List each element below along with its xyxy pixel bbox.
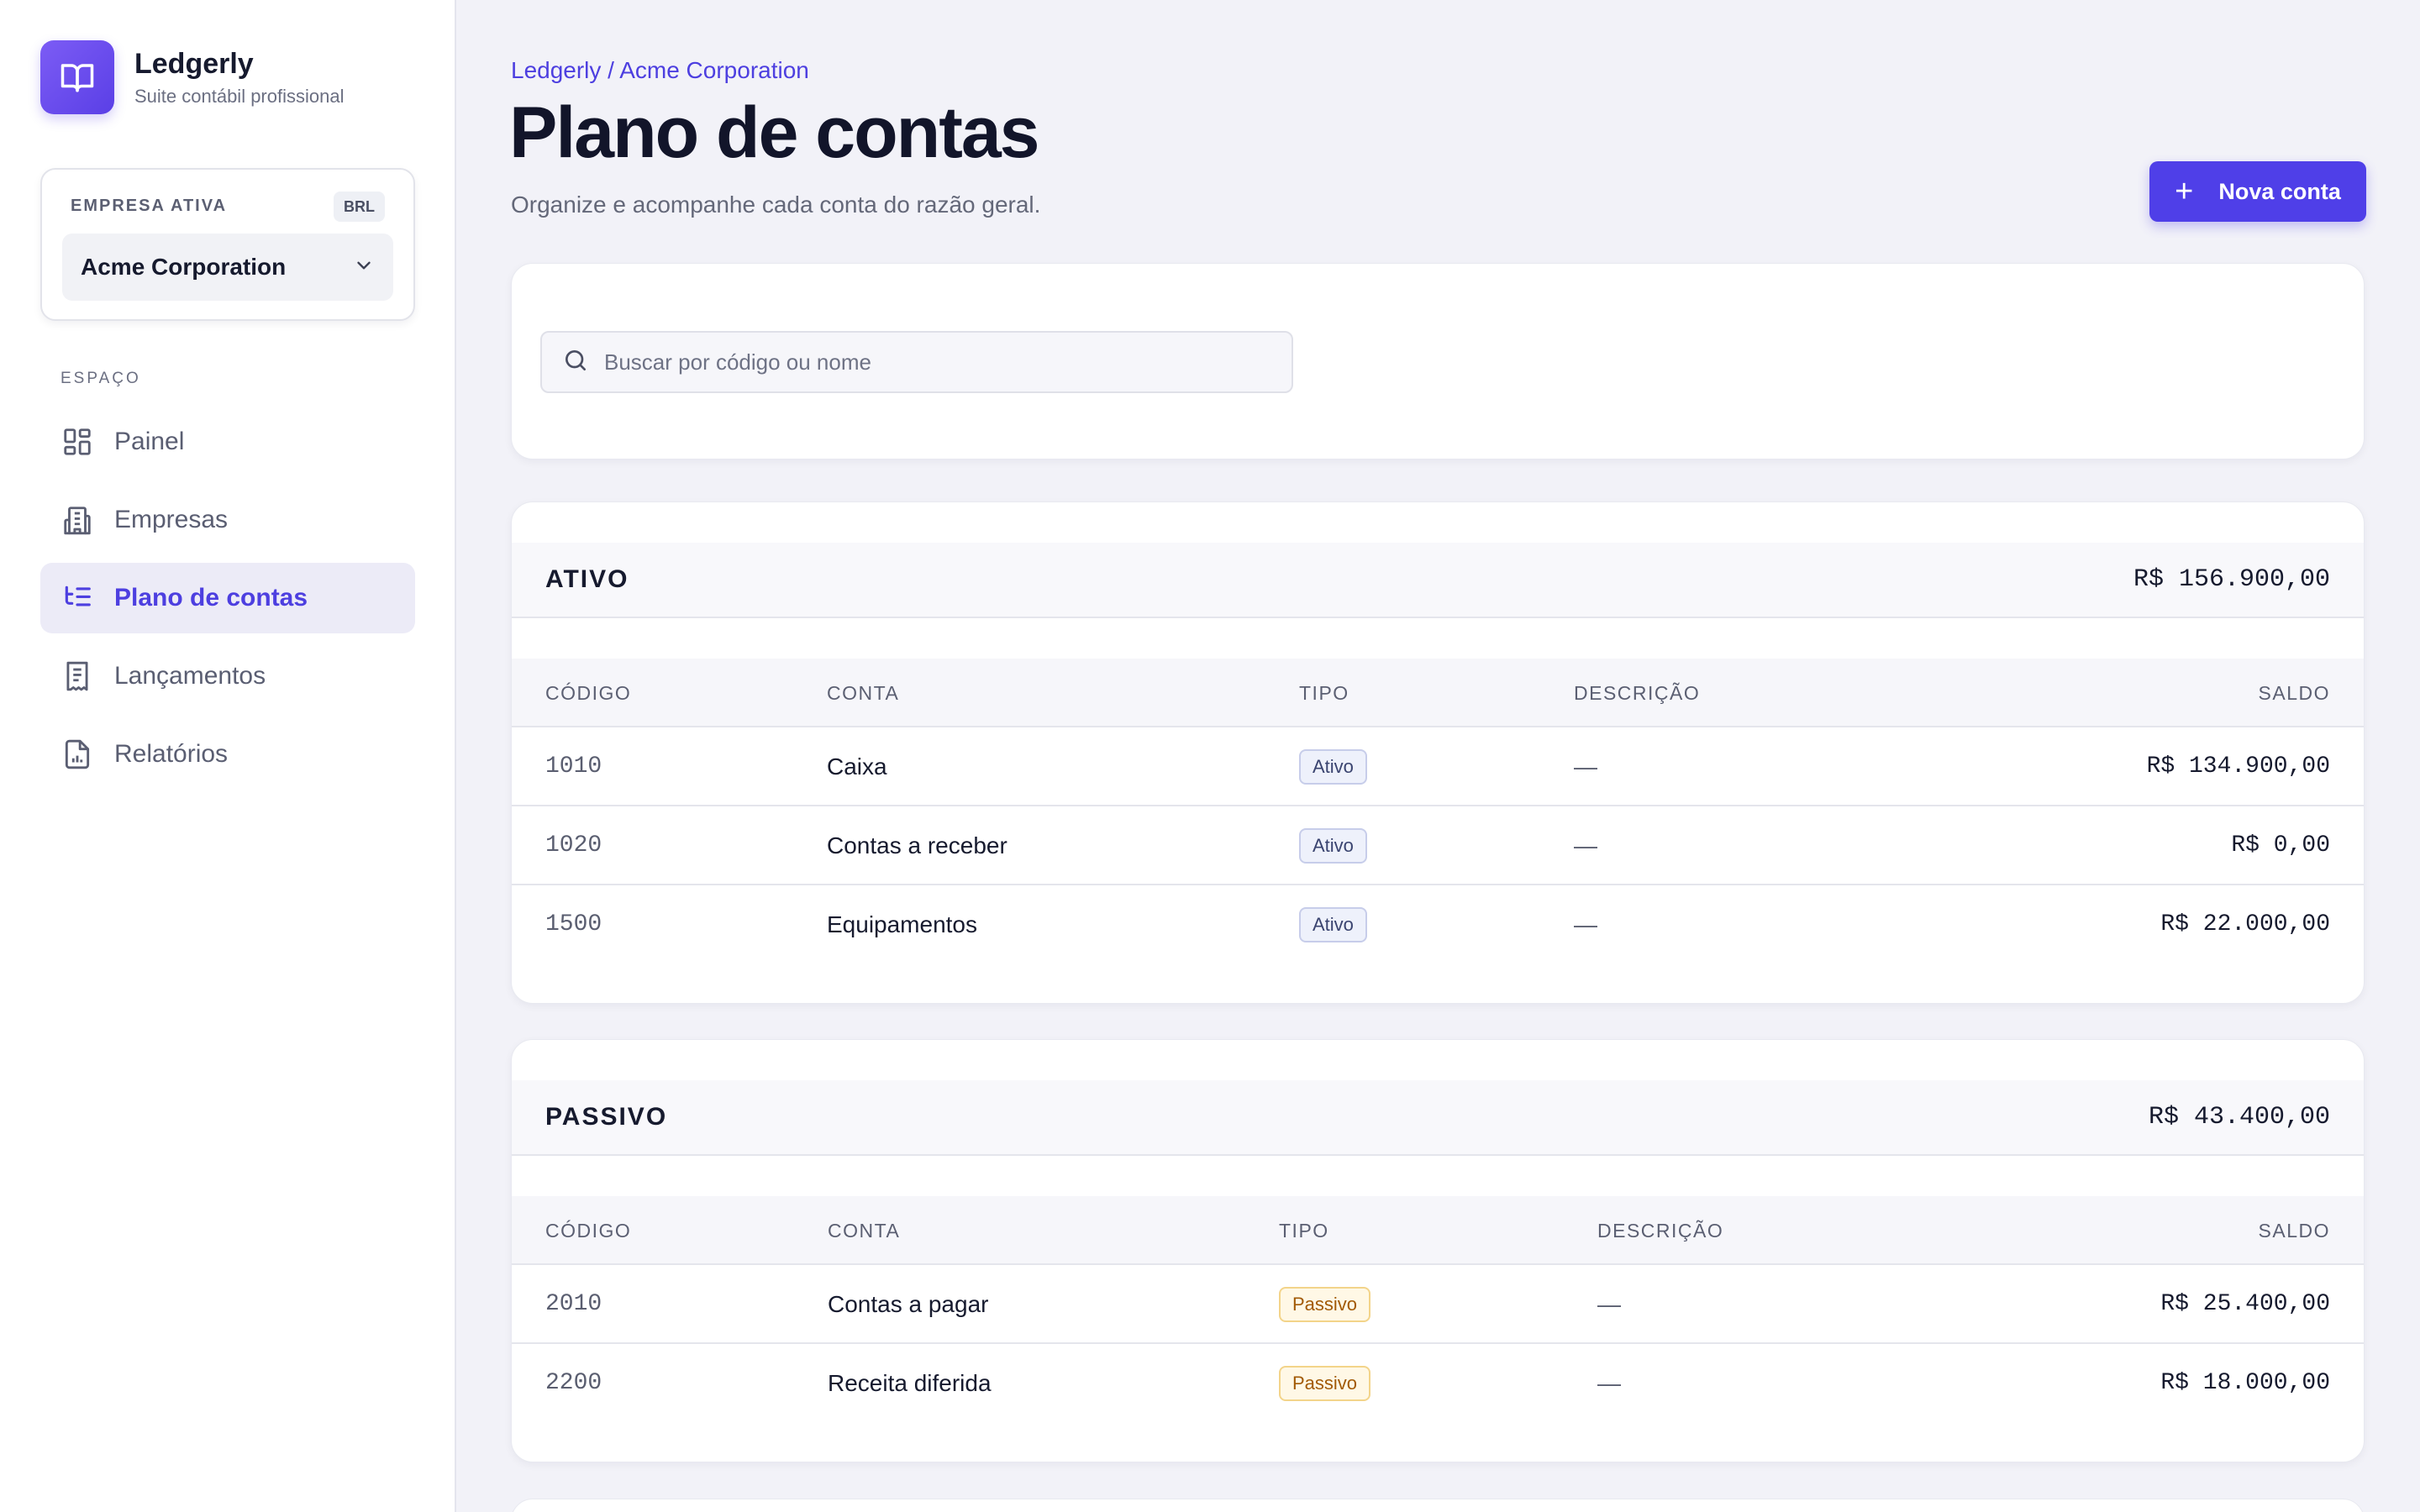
group-total: R$ 43.400,00 bbox=[2148, 1103, 2330, 1131]
search-input[interactable] bbox=[604, 349, 1260, 375]
group-header: ATIVO R$ 156.900,00 bbox=[512, 543, 2364, 618]
table-header: CÓDIGO CONTA TIPO DESCRIÇÃO SALDO bbox=[512, 1196, 2364, 1265]
breadcrumb[interactable]: Ledgerly / Acme Corporation bbox=[511, 57, 809, 84]
account-group-next bbox=[511, 1499, 2365, 1512]
table-row[interactable]: 1020 Contas a receber Ativo — R$ 0,00 bbox=[512, 806, 2364, 885]
new-account-button-label: Nova conta bbox=[2218, 178, 2341, 204]
page-title: Plano de contas bbox=[509, 92, 1039, 173]
account-code: 1500 bbox=[545, 911, 602, 937]
account-name: Caixa bbox=[827, 753, 887, 780]
sidebar-item-label: Painel bbox=[114, 428, 185, 455]
search-box[interactable] bbox=[540, 331, 1293, 393]
company-select-value: Acme Corporation bbox=[81, 254, 287, 280]
group-header: PASSIVO R$ 43.400,00 bbox=[512, 1080, 2364, 1156]
account-group-passivo: PASSIVO R$ 43.400,00 CÓDIGO CONTA TIPO D… bbox=[511, 1039, 2365, 1462]
column-header-type[interactable]: TIPO bbox=[1279, 1196, 1329, 1265]
account-group-ativo: ATIVO R$ 156.900,00 CÓDIGO CONTA TIPO DE… bbox=[511, 501, 2365, 1004]
table-row[interactable]: 2010 Contas a pagar Passivo — R$ 25.400,… bbox=[512, 1265, 2364, 1344]
account-description: — bbox=[1574, 911, 1597, 937]
group-name: PASSIVO bbox=[545, 1103, 668, 1131]
table-header: CÓDIGO CONTA TIPO DESCRIÇÃO SALDO bbox=[512, 659, 2364, 727]
sidebar-item-label: Plano de contas bbox=[114, 584, 308, 612]
type-badge: Passivo bbox=[1279, 1366, 1371, 1401]
account-code: 2010 bbox=[545, 1291, 602, 1317]
sidebar-item-label: Lançamentos bbox=[114, 662, 266, 690]
building-icon bbox=[60, 503, 94, 537]
column-header-description[interactable]: DESCRIÇÃO bbox=[1574, 659, 1700, 727]
sidebar-item-painel[interactable]: Painel bbox=[40, 407, 415, 477]
app-name: Ledgerly bbox=[134, 48, 254, 80]
account-balance: R$ 0,00 bbox=[2231, 832, 2330, 858]
active-company-label: EMPRESA ATIVA bbox=[71, 197, 228, 215]
chevron-down-icon bbox=[353, 255, 375, 281]
account-description: — bbox=[1574, 832, 1597, 858]
account-balance: R$ 25.400,00 bbox=[2160, 1291, 2330, 1317]
account-name: Equipamentos bbox=[827, 911, 978, 937]
page-subtitle: Organize e acompanhe cada conta do razão… bbox=[511, 192, 1041, 218]
type-badge: Passivo bbox=[1279, 1287, 1371, 1322]
table-row[interactable]: 1010 Caixa Ativo — R$ 134.900,00 bbox=[512, 727, 2364, 806]
type-badge: Ativo bbox=[1299, 907, 1367, 942]
account-balance: R$ 18.000,00 bbox=[2160, 1370, 2330, 1396]
app-tagline: Suite contábil profissional bbox=[134, 86, 345, 107]
column-header-balance[interactable]: SALDO bbox=[2259, 1196, 2330, 1265]
type-badge: Ativo bbox=[1299, 828, 1367, 864]
account-name: Receita diferida bbox=[828, 1370, 992, 1396]
account-description: — bbox=[1597, 1370, 1621, 1396]
account-code: 2200 bbox=[545, 1370, 602, 1396]
dashboard-icon bbox=[60, 425, 94, 459]
nav-section-label: ESPAÇO bbox=[60, 370, 141, 387]
account-name: Contas a receber bbox=[827, 832, 1007, 858]
new-account-button[interactable]: + Nova conta bbox=[2149, 161, 2366, 222]
sidebar-item-lancamentos[interactable]: Lançamentos bbox=[40, 641, 415, 711]
plus-icon: + bbox=[2175, 174, 2194, 209]
type-badge: Ativo bbox=[1299, 749, 1367, 785]
sidebar-item-label: Relatórios bbox=[114, 740, 229, 768]
column-header-account[interactable]: CONTA bbox=[828, 1196, 900, 1265]
sidebar-item-plano-de-contas[interactable]: Plano de contas bbox=[40, 563, 415, 633]
table-row[interactable]: 2200 Receita diferida Passivo — R$ 18.00… bbox=[512, 1344, 2364, 1423]
account-description: — bbox=[1597, 1291, 1621, 1317]
report-icon bbox=[60, 738, 94, 771]
account-balance: R$ 22.000,00 bbox=[2160, 911, 2330, 937]
column-header-code[interactable]: CÓDIGO bbox=[545, 659, 631, 727]
account-balance: R$ 134.900,00 bbox=[2146, 753, 2330, 780]
group-total: R$ 156.900,00 bbox=[2133, 565, 2330, 594]
account-code: 1020 bbox=[545, 832, 602, 858]
column-header-type[interactable]: TIPO bbox=[1299, 659, 1349, 727]
column-header-code[interactable]: CÓDIGO bbox=[545, 1196, 631, 1265]
search-icon bbox=[562, 347, 589, 378]
sidebar-item-empresas[interactable]: Empresas bbox=[40, 485, 415, 555]
sidebar: Ledgerly Suite contábil profissional EMP… bbox=[0, 0, 456, 1512]
company-select[interactable]: Acme Corporation bbox=[62, 234, 393, 301]
book-icon bbox=[40, 40, 114, 114]
column-header-description[interactable]: DESCRIÇÃO bbox=[1597, 1196, 1723, 1265]
account-code: 1010 bbox=[545, 753, 602, 780]
group-name: ATIVO bbox=[545, 565, 629, 593]
account-name: Contas a pagar bbox=[828, 1291, 989, 1317]
currency-badge: BRL bbox=[334, 192, 385, 222]
receipt-icon bbox=[60, 659, 94, 693]
account-description: — bbox=[1574, 753, 1597, 780]
sidebar-item-relatorios[interactable]: Relatórios bbox=[40, 719, 415, 790]
column-header-balance[interactable]: SALDO bbox=[2259, 659, 2330, 727]
search-card bbox=[511, 263, 2365, 459]
list-tree-icon bbox=[60, 581, 94, 615]
column-header-account[interactable]: CONTA bbox=[827, 659, 899, 727]
sidebar-item-label: Empresas bbox=[114, 506, 229, 533]
sidebar-nav: Painel Empresas Plano de contas Lançamen… bbox=[40, 407, 415, 797]
table-row[interactable]: 1500 Equipamentos Ativo — R$ 22.000,00 bbox=[512, 885, 2364, 964]
brand[interactable]: Ledgerly Suite contábil profissional bbox=[40, 40, 344, 114]
active-company-card: EMPRESA ATIVA BRL Acme Corporation bbox=[40, 168, 415, 321]
